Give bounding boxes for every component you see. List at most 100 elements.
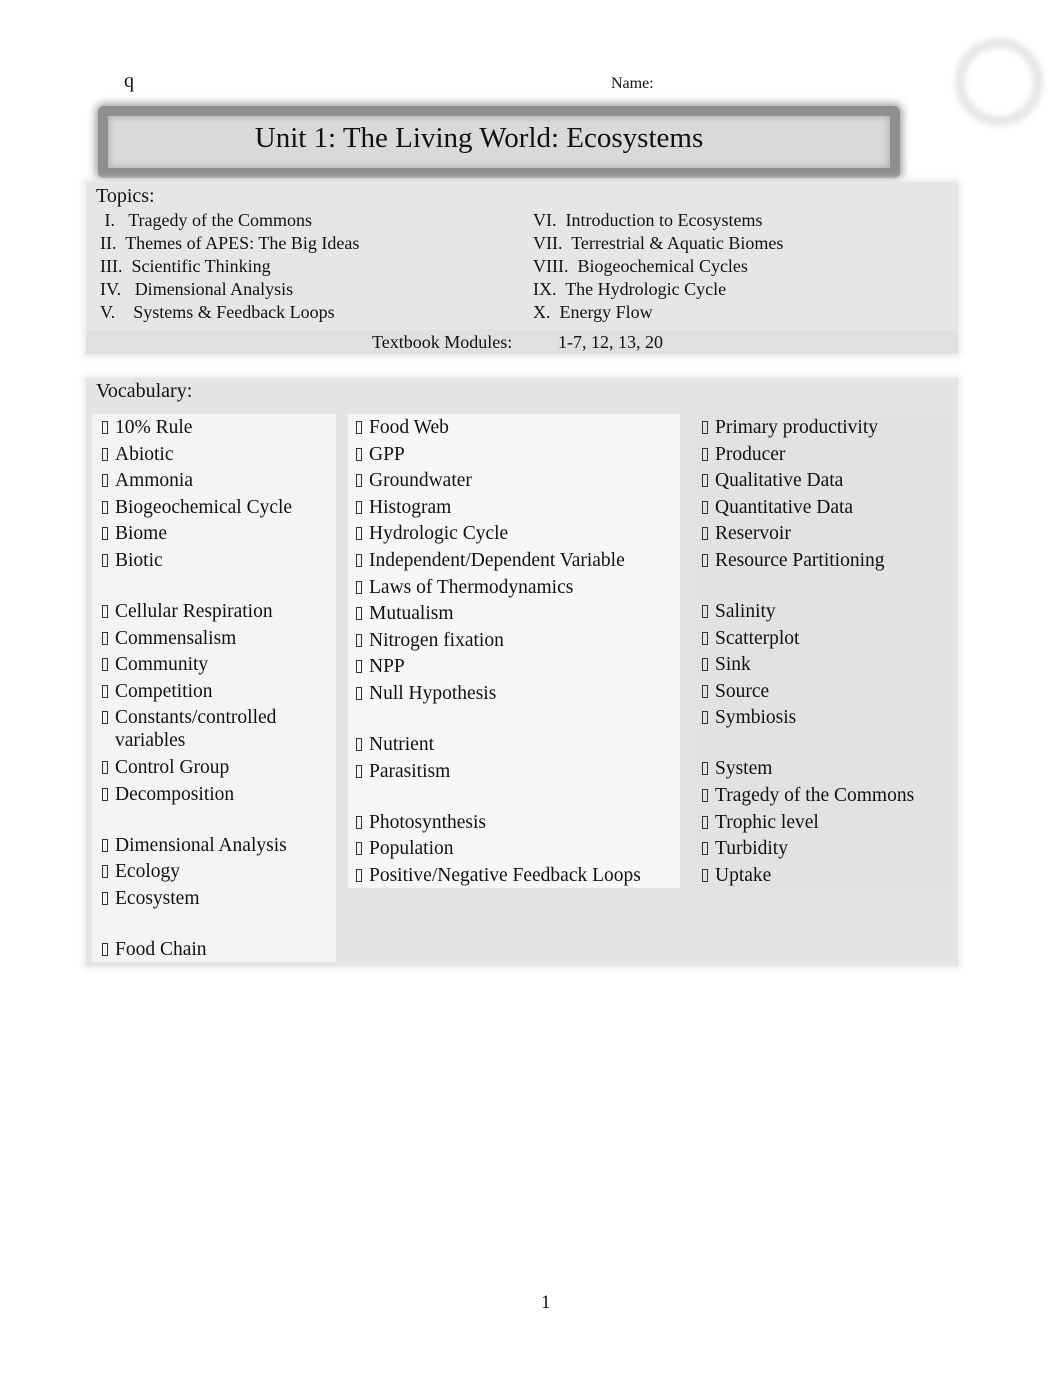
vocab-item: GPP	[348, 441, 680, 468]
topic-separator	[117, 233, 126, 253]
topic-label: Energy Flow	[559, 302, 653, 322]
topic-label: Introduction to Ecosystems	[565, 210, 763, 230]
vocab-item: Biotic	[92, 547, 336, 576]
vocab-item: Qualitative Data	[690, 467, 952, 494]
checkbox-icon	[102, 500, 108, 514]
vocab-item: Scatterplot	[690, 625, 952, 652]
vocab-term: Independent/Dependent Variable	[369, 549, 625, 571]
topic-numeral: IX.	[533, 279, 557, 299]
vocab-item: Mutualism	[348, 600, 680, 627]
vocabulary-column-2: Food Web GPP Groundwater Histogram Hydrologi…	[348, 414, 680, 889]
topic-separator	[563, 233, 572, 253]
vocab-item: Control Group	[92, 754, 336, 781]
vocab-term: Biogeochemical Cycle	[115, 496, 293, 518]
checkbox-icon	[702, 421, 708, 434]
checkbox-icon	[702, 868, 708, 882]
checkbox-icon	[356, 500, 362, 514]
checkbox-icon	[102, 631, 108, 645]
vocab-term: Nitrogen fixation	[369, 629, 504, 651]
checkbox-icon	[356, 737, 362, 751]
vocab-term: Qualitative Data	[715, 470, 844, 492]
vocab-item: Food Chain	[92, 936, 336, 963]
vocab-term: Abiotic	[115, 443, 174, 465]
topic-item: I. Tragedy of the Commons	[100, 209, 359, 232]
vocab-item: Histogram	[348, 494, 680, 521]
vocab-spacer	[92, 914, 336, 936]
vocab-item: Food Web	[348, 414, 680, 441]
vocab-term: Hydrologic Cycle	[369, 523, 509, 545]
checkbox-icon	[102, 553, 108, 567]
vocab-term: Biome	[115, 523, 167, 545]
vocab-term: System	[715, 758, 773, 780]
topic-item: III. Scientific Thinking	[100, 255, 359, 278]
topic-numeral: III.	[100, 256, 123, 276]
vocabulary-column-1: 10% Rule Abiotic Ammonia Biogeochemical Cyc…	[92, 414, 336, 963]
vocab-item: Ecology	[92, 858, 336, 885]
vocab-item: Photosynthesis	[348, 809, 680, 836]
topic-numeral: IV.	[100, 279, 122, 299]
vocab-spacer	[348, 709, 680, 731]
checkbox-icon	[702, 762, 708, 776]
topic-numeral: V.	[100, 302, 116, 322]
vocab-term: Source	[715, 680, 770, 702]
topic-label: The Hydrologic Cycle	[565, 279, 727, 299]
vocab-term: Uptake	[715, 864, 772, 886]
topic-label: Terrestrial & Aquatic Biomes	[571, 233, 784, 253]
topic-item: V. Systems & Feedback Loops	[100, 301, 359, 324]
checkbox-icon	[702, 631, 708, 645]
checkbox-icon	[102, 942, 108, 956]
vocab-term: Mutualism	[369, 603, 454, 625]
vocab-item: System	[690, 755, 952, 782]
vocab-item: Symbiosis	[690, 704, 952, 733]
topic-label: Scientific Thinking	[131, 256, 271, 276]
vocab-term: Ammonia	[115, 470, 193, 492]
vocab-item: Dimensional Analysis	[92, 832, 336, 859]
vocab-item: Competition	[92, 678, 336, 705]
vocab-item: Commensalism	[92, 625, 336, 652]
vocab-item: Primary productivity	[690, 414, 952, 441]
vocab-item: Resource Partitioning	[690, 547, 952, 576]
checkbox-icon	[356, 447, 362, 461]
vocab-item: Biome	[92, 520, 336, 547]
decorative-circle	[955, 38, 1043, 126]
checkbox-icon	[702, 474, 708, 488]
vocab-term: Constants/controlled variables	[115, 707, 277, 752]
checkbox-icon	[102, 658, 108, 672]
topic-label: Dimensional Analysis	[134, 279, 294, 299]
vocab-term: Food Web	[369, 417, 449, 438]
vocab-item: Ammonia	[92, 467, 336, 494]
checkbox-icon	[102, 474, 108, 488]
vocab-item: Nutrient	[348, 731, 680, 758]
checkbox-icon	[102, 838, 108, 852]
checkbox-icon	[702, 604, 708, 618]
vocabulary-heading: Vocabulary:	[96, 380, 193, 402]
vocab-term: Null Hypothesis	[369, 682, 497, 704]
vocab-term: Control Group	[115, 756, 230, 778]
topic-item: IV. Dimensional Analysis	[100, 278, 359, 301]
vocab-item: Parasitism	[348, 758, 680, 787]
vocab-item: Biogeochemical Cycle	[92, 494, 336, 521]
topic-numeral: X.	[533, 302, 551, 322]
topic-numeral: VII.	[533, 233, 563, 253]
checkbox-icon	[356, 868, 362, 882]
vocab-item: Ecosystem	[92, 885, 336, 914]
vocab-spacer	[92, 810, 336, 832]
topic-label: Systems & Feedback Loops	[133, 302, 335, 322]
vocab-item: NPP	[348, 653, 680, 680]
checkbox-icon	[102, 684, 108, 698]
vocab-term: Community	[115, 654, 209, 676]
topic-separator	[557, 210, 566, 230]
checkbox-icon	[702, 711, 708, 725]
topic-separator	[115, 302, 133, 322]
vocab-term: Biotic	[115, 549, 163, 571]
vocab-item: Community	[92, 651, 336, 678]
checkbox-icon	[356, 474, 362, 488]
topic-separator	[115, 210, 128, 230]
vocab-term: Dimensional Analysis	[115, 834, 287, 856]
vocab-item: Decomposition	[92, 781, 336, 810]
vocab-term: Ecosystem	[115, 887, 200, 909]
vocab-item: Sink	[690, 651, 952, 678]
vocabulary-section: Vocabulary: 10% Rule Abiotic Ammonia Biogeo…	[86, 378, 958, 966]
vocab-term: Positive/Negative Feedback Loops	[369, 864, 641, 886]
vocab-item: Reservoir	[690, 520, 952, 547]
